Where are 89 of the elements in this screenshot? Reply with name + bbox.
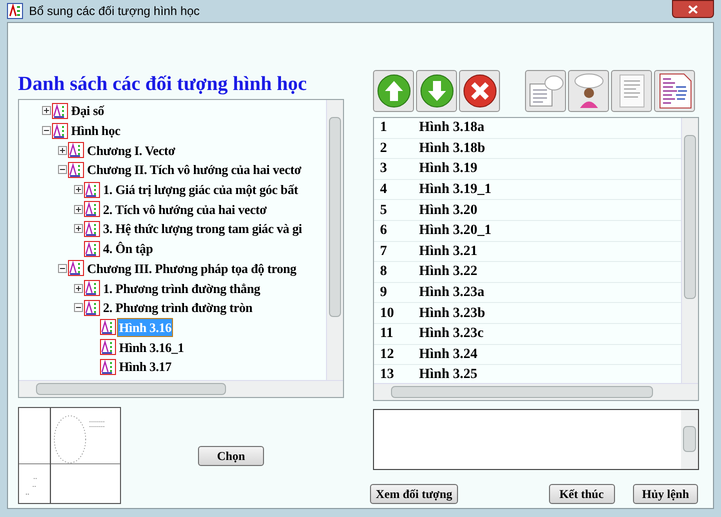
close-icon [688,4,698,14]
row-number: 7 [379,242,388,261]
collapse-icon[interactable] [58,165,66,174]
row-number: 4 [379,181,388,200]
horizontal-scrollbar[interactable] [19,380,343,397]
toolbar-button[interactable] [525,70,566,112]
row-number: 6 [379,222,388,240]
figure-icon [100,319,116,336]
text-area[interactable] [373,409,699,470]
list-heading: Danh sách các đối tượng hình học [18,72,308,97]
tree-item[interactable]: 2. Tích vô hướng của hai vectơ [102,200,268,218]
toolbar-button[interactable] [654,70,695,112]
tree-item[interactable]: 1. Phương trình đường thẳng [102,280,262,297]
collapse-icon[interactable] [42,126,50,136]
tree-item[interactable]: Hình 3.17 [118,358,172,376]
row-number: 11 [379,325,394,344]
expand-icon[interactable] [74,224,82,234]
tree-item[interactable]: Chương I. Vectơ [86,142,176,159]
figure-icon [84,300,100,316]
move-down-button[interactable] [416,70,457,112]
dialog-button[interactable]: Kết thúc [548,484,614,504]
expand-icon[interactable] [74,185,82,194]
figure-icon [84,280,100,296]
figure-name[interactable]: Hình 3.23b [419,302,486,324]
delete-button[interactable] [459,70,500,112]
app-icon [7,3,23,19]
figure-name[interactable]: Hình 3.24 [419,344,478,365]
figure-icon [68,162,84,178]
tree-item[interactable]: 3. Hệ thức lượng trong tam giác và gi [102,220,303,238]
figure-icon [68,142,84,158]
row-number: 5 [379,202,388,220]
expand-icon[interactable] [74,284,82,293]
dialog-button[interactable]: Hủy lệnh [633,484,698,504]
move-up-button[interactable] [373,70,414,112]
document-icon [616,74,646,108]
figure-name[interactable]: Hình 3.23c [419,323,484,344]
row-number: 10 [379,304,395,323]
figure-name[interactable]: Hình 3.19_1 [419,179,492,200]
close-button[interactable] [672,0,714,18]
code-document-icon [658,73,692,109]
tree-item[interactable]: Hình học [70,122,122,140]
toolbar-button[interactable] [568,70,609,112]
dialog-button[interactable]: Xem đối tượng [370,484,458,504]
tree-item[interactable]: Chương III. Phương pháp tọa độ trong [86,260,298,277]
figure-icon [100,339,116,356]
figure-name[interactable]: Hình 3.22 [419,261,478,282]
figure-name[interactable]: Hình 3.18a [419,118,484,138]
row-number: 3 [379,160,388,178]
horizontal-scrollbar[interactable] [374,383,698,400]
figure-name[interactable]: Hình 3.25 [419,364,478,386]
collapse-icon[interactable] [58,264,66,273]
figure-name[interactable]: Hình 3.23a [419,282,484,304]
collapse-icon[interactable] [74,303,82,312]
figure-icon [84,240,100,257]
figure-name[interactable]: Hình 3.18b [419,138,486,159]
vertical-scrollbar[interactable] [681,118,698,385]
row-number: 2 [379,140,388,158]
figure-icon [84,201,100,218]
tree-item[interactable]: 1. Giá trị lượng giác của một góc bất [102,181,299,198]
select-button[interactable]: Chọn [198,446,264,466]
figure-icon [84,220,100,237]
document-speech-bubble-icon [528,74,564,108]
tree-item[interactable]: Chương II. Tích vô hướng của hai vectơ [86,161,302,178]
tree-item[interactable]: 4. Ôn tập [102,240,154,258]
expand-icon[interactable] [42,106,50,116]
row-number: 1 [379,119,388,138]
row-number: 13 [379,366,395,384]
tree-item[interactable]: 2. Phương trình đường tròn [102,299,254,316]
vertical-scrollbar[interactable] [681,410,698,469]
figure-name[interactable]: Hình 3.20_1 [419,220,492,242]
row-number: 8 [379,263,388,282]
figure-name[interactable]: Hình 3.19 [419,158,478,180]
toolbar-button[interactable] [611,70,652,112]
figure-name[interactable]: Hình 3.21 [419,240,478,262]
expand-icon[interactable] [74,204,82,214]
row-number: 9 [379,284,388,302]
vertical-scrollbar[interactable] [326,100,343,382]
figure-icon [100,358,116,375]
tree-item[interactable]: Đại số [70,102,106,120]
row-number: 12 [379,346,395,364]
window-title: Bổ sung các đối tượng hình học [29,3,200,20]
figure-icon [52,122,68,139]
figure-name[interactable]: Hình 3.20 [419,200,478,221]
tree-item[interactable]: Hình 3.16_1 [118,338,185,356]
delete-icon [462,74,496,108]
figure-icon [68,260,84,276]
expand-icon[interactable] [58,146,66,155]
figure-icon [52,102,68,119]
figure-icon [84,182,100,198]
